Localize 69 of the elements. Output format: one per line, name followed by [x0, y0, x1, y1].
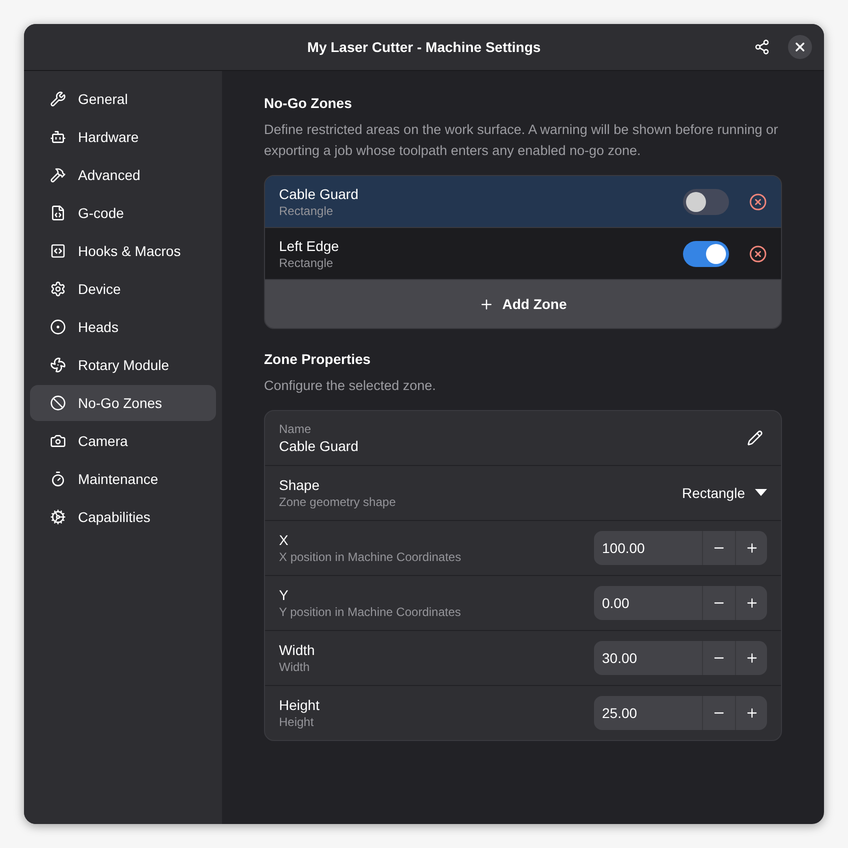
- share-icon: [754, 39, 770, 55]
- zone-subtitle: Rectangle: [279, 204, 334, 218]
- sidebar-item[interactable]: G-code: [30, 195, 216, 231]
- row-title: Shape: [279, 477, 320, 493]
- sidebar-item[interactable]: General: [30, 81, 216, 117]
- code-file-icon: [50, 205, 66, 221]
- row-subtitle: Zone geometry shape: [279, 495, 396, 509]
- code-box-icon: [50, 243, 66, 259]
- sidebar-item[interactable]: Maintenance: [30, 461, 216, 497]
- row-title: Width: [279, 642, 315, 658]
- section-description: Define restricted areas on the work surface. A warning will be shown before running or exporting a job whose toolpath enters any enabled no-go zone.: [264, 121, 780, 160]
- sidebar-item[interactable]: Hardware: [30, 119, 216, 155]
- row-title: Y: [279, 587, 288, 603]
- sidebar-item[interactable]: Heads: [30, 309, 216, 345]
- window-title: My Laser Cutter - Machine Settings: [307, 39, 541, 55]
- sidebar-item[interactable]: Camera: [30, 423, 216, 459]
- remove-icon: [749, 244, 767, 262]
- add-zone-button[interactable]: Add Zone: [265, 280, 781, 328]
- remove-icon: [749, 192, 767, 210]
- sidebar-item[interactable]: Hooks & Macros: [30, 233, 216, 269]
- row-title: X: [279, 532, 288, 548]
- section-description: Configure the selected zone.: [264, 377, 437, 395]
- row-subtitle: X position in Machine Coordinates: [279, 550, 462, 564]
- wrench-icon: [50, 91, 66, 107]
- toggle-switch[interactable]: [683, 188, 729, 214]
- plus-icon: [744, 651, 758, 665]
- stopwatch-icon: [50, 471, 66, 487]
- plus-icon: [744, 596, 758, 610]
- hammer-icon: [50, 167, 66, 183]
- spin-field[interactable]: 30.00: [594, 641, 767, 675]
- prohibited-icon: [50, 395, 66, 411]
- sidebar-item[interactable]: Advanced: [30, 157, 216, 193]
- section-title: Zone Properties: [264, 351, 372, 367]
- toggle-switch[interactable]: [683, 240, 729, 266]
- sidebar-item[interactable]: Device: [30, 271, 216, 307]
- delete-button[interactable]: [749, 244, 767, 262]
- close-icon: [793, 40, 807, 54]
- plus-icon: [744, 541, 758, 555]
- caret-icon: [755, 489, 767, 497]
- sidebar-item[interactable]: No-Go Zones: [30, 385, 216, 421]
- delete-button[interactable]: [749, 192, 767, 210]
- spin-field[interactable]: 0.00: [594, 586, 767, 620]
- plus-icon: [744, 706, 758, 720]
- field-label: Name: [279, 422, 312, 436]
- sidebar-item[interactable]: Capabilities: [30, 499, 216, 535]
- robot-icon: [50, 129, 66, 145]
- spin-field[interactable]: 25.00: [594, 696, 767, 730]
- fan-icon: [50, 357, 66, 373]
- target-icon: [50, 319, 66, 335]
- row-title: Height: [279, 697, 320, 713]
- row-subtitle: Width: [279, 660, 310, 674]
- camera-icon: [50, 433, 66, 449]
- spin-field[interactable]: 100.00: [594, 531, 767, 565]
- close-button[interactable]: [788, 35, 812, 59]
- row-subtitle: Y position in Machine Coordinates: [279, 605, 461, 619]
- zone-subtitle: Rectangle: [279, 256, 334, 270]
- zone-row[interactable]: Left Edge Rectangle: [265, 228, 781, 280]
- plus-icon: [479, 296, 494, 312]
- gear-icon: [50, 281, 66, 297]
- sidebar-item[interactable]: Rotary Module: [30, 347, 216, 383]
- zone-name: Left Edge: [279, 238, 339, 254]
- shape-dropdown[interactable]: Rectangle: [682, 485, 767, 501]
- section-title: No-Go Zones: [264, 95, 353, 111]
- name-value: Cable Guard: [279, 438, 358, 454]
- cog-icon: [50, 509, 66, 525]
- pencil-icon: [747, 430, 763, 446]
- row-subtitle: Height: [279, 715, 314, 729]
- zone-name: Cable Guard: [279, 186, 358, 202]
- zone-row[interactable]: Cable Guard Rectangle: [265, 176, 781, 228]
